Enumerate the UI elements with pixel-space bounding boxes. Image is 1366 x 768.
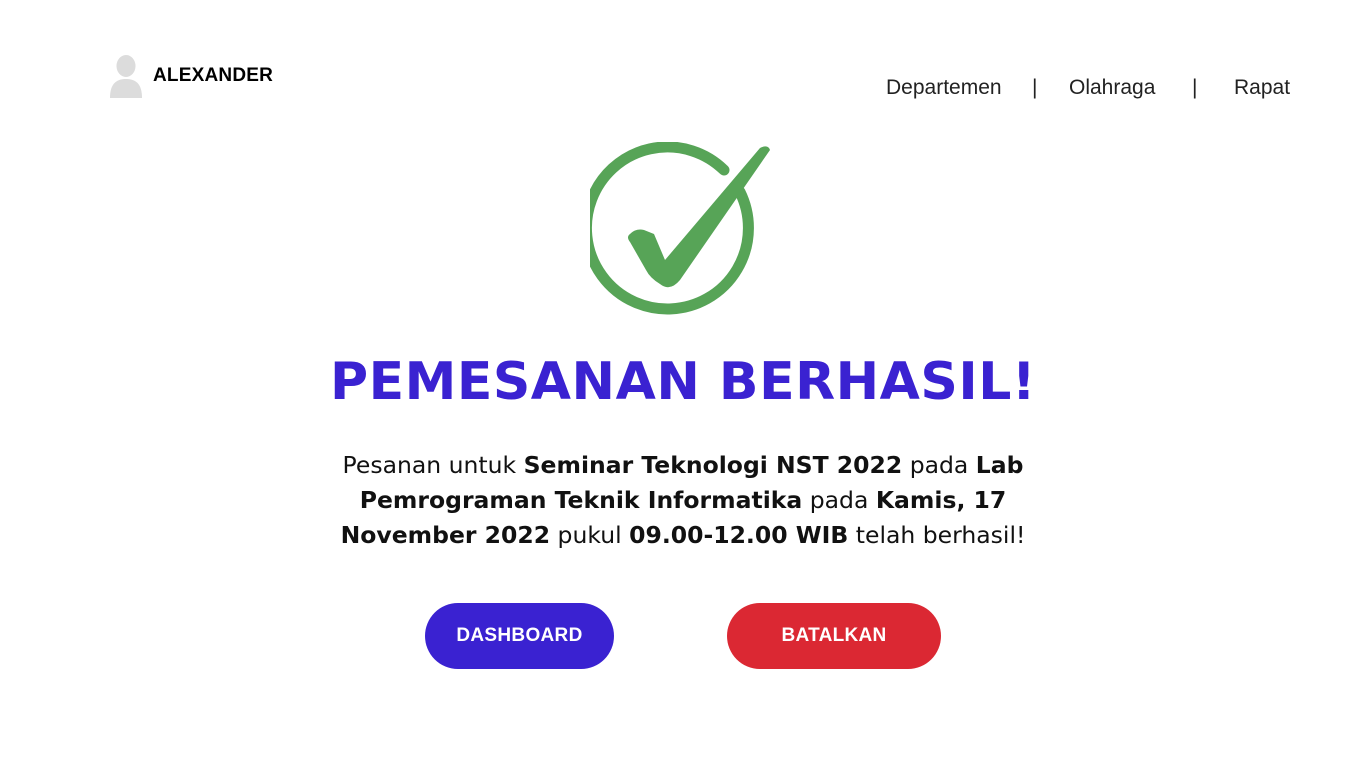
page-title: PEMESANAN BERHASIL! — [329, 352, 1037, 412]
nav-separator: | — [1192, 76, 1198, 99]
user-avatar-icon — [108, 54, 144, 100]
booking-success-page: ALEXANDER Departemen | Olahraga | Rapat … — [0, 0, 1366, 768]
dashboard-button[interactable]: DASHBOARD — [425, 603, 614, 669]
nav-separator: | — [1032, 76, 1038, 99]
nav-item-rapat[interactable]: Rapat — [1234, 76, 1290, 100]
cancel-button[interactable]: BATALKAN — [727, 603, 941, 669]
message-time: 09.00-12.00 WIB — [629, 521, 849, 549]
message-event: Seminar Teknologi NST 2022 — [523, 451, 903, 479]
user-name: ALEXANDER — [153, 64, 274, 86]
message-text: telah berhasil! — [848, 521, 1026, 549]
top-nav: Departemen | Olahraga | Rapat — [880, 76, 1300, 106]
message-text: Pesanan untuk — [342, 451, 524, 479]
message-text: pukul — [550, 521, 630, 549]
message-text: pada — [902, 451, 976, 479]
user-profile[interactable]: ALEXANDER — [108, 54, 273, 100]
message-text: pada — [802, 486, 876, 514]
nav-item-departemen[interactable]: Departemen — [886, 76, 1002, 100]
booking-message: Pesanan untuk Seminar Teknologi NST 2022… — [320, 448, 1046, 553]
check-circle-icon — [580, 141, 776, 328]
nav-item-olahraga[interactable]: Olahraga — [1069, 76, 1155, 100]
